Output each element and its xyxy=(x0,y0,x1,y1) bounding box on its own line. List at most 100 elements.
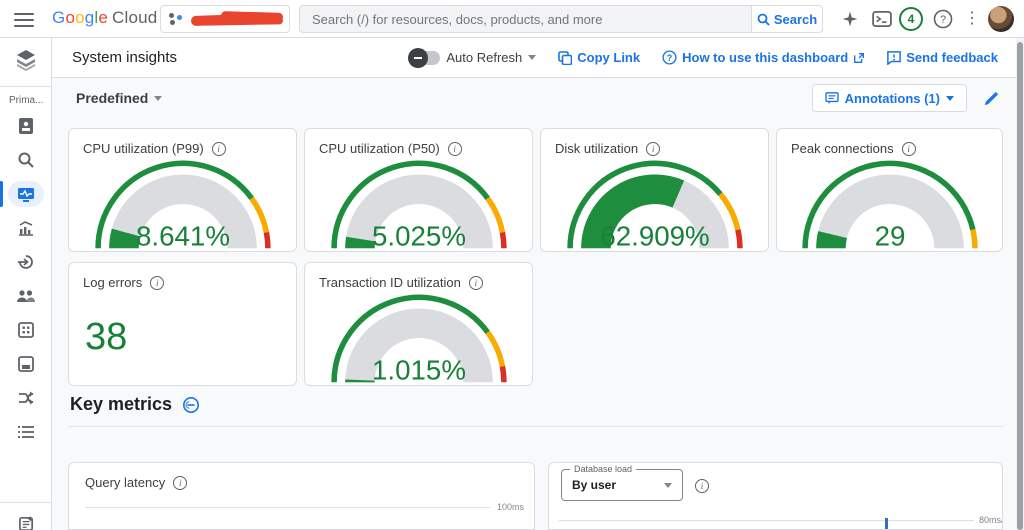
logo-google-wordmark: Google xyxy=(52,8,108,27)
edit-pencil-icon[interactable] xyxy=(983,90,1000,107)
search-button-label: Search xyxy=(774,12,817,27)
global-search-bar[interactable] xyxy=(299,5,751,33)
sidebar-item-backups[interactable] xyxy=(0,350,52,378)
info-icon[interactable]: i xyxy=(646,142,660,156)
chevron-down-icon[interactable] xyxy=(528,55,536,60)
info-icon[interactable]: i xyxy=(212,142,226,156)
auto-refresh-toggle[interactable] xyxy=(410,51,440,65)
send-feedback-button[interactable]: Send feedback xyxy=(887,50,998,65)
card-title: Log errors xyxy=(83,275,142,290)
sidebar-item-users[interactable] xyxy=(0,282,52,310)
copy-icon xyxy=(558,51,572,65)
sidebar-item-monitoring[interactable] xyxy=(0,214,52,242)
auto-refresh-label: Auto Refresh xyxy=(446,50,522,65)
sidebar-item-databases[interactable] xyxy=(0,316,52,344)
cloud-shell-icon[interactable] xyxy=(870,7,894,31)
svg-text:62.909%: 62.909% xyxy=(600,221,709,252)
copy-link-label: Copy Link xyxy=(577,50,640,65)
metric-card-peak-connections[interactable]: Peak connectionsi 29 xyxy=(776,128,1003,252)
sidebar-item-connections[interactable] xyxy=(0,248,52,276)
more-options-kebab-icon[interactable]: ⋮ xyxy=(960,7,984,31)
annotations-button[interactable]: Annotations (1) xyxy=(812,84,967,112)
auto-refresh-control[interactable]: Auto Refresh xyxy=(410,50,536,65)
y-axis-label: 80ms/s xyxy=(979,515,1003,525)
how-to-use-dashboard-link[interactable]: ? How to use this dashboard xyxy=(662,50,865,65)
card-title: Query latency xyxy=(85,475,165,490)
notifications-badge[interactable]: 4 xyxy=(899,7,923,31)
vertical-scrollbar[interactable] xyxy=(1016,38,1024,530)
info-icon[interactable]: i xyxy=(150,276,164,290)
sidebar-item-overview[interactable] xyxy=(0,112,52,140)
how-to-use-dashboard-label: How to use this dashboard xyxy=(682,50,848,65)
database-load-card[interactable]: Database load By user i 80ms/s xyxy=(548,462,1003,530)
section-link-icon[interactable] xyxy=(182,396,200,414)
project-selector-icon xyxy=(169,12,183,26)
chart-gridline xyxy=(559,520,974,521)
external-link-icon xyxy=(853,52,865,64)
section-divider xyxy=(68,426,1003,427)
metric-card-cpu-p50[interactable]: CPU utilization (P50) i 5.025% xyxy=(304,128,533,252)
send-feedback-label: Send feedback xyxy=(906,50,998,65)
annotation-icon xyxy=(825,92,839,104)
left-navigation-rail: Prima... xyxy=(0,38,52,530)
annotations-label: Annotations (1) xyxy=(845,91,940,106)
help-circle-icon: ? xyxy=(662,50,677,65)
svg-text:?: ? xyxy=(940,14,946,26)
search-icon xyxy=(757,13,770,26)
info-icon[interactable]: i xyxy=(695,479,709,493)
user-avatar[interactable] xyxy=(988,6,1014,32)
metric-card-transaction-id-utilization[interactable]: Transaction ID utilization i 1.015% xyxy=(304,262,533,386)
project-selector[interactable] xyxy=(160,5,290,33)
metric-card-cpu-p99[interactable]: CPU utilization (P99) i 8.641% xyxy=(68,128,297,252)
copy-link-button[interactable]: Copy Link xyxy=(558,50,640,65)
card-title: Transaction ID utilization xyxy=(319,275,461,290)
gauge-chart: 29 xyxy=(777,156,1002,252)
predefined-dropdown[interactable]: Predefined xyxy=(76,90,162,106)
info-icon[interactable]: i xyxy=(173,476,187,490)
page-header: System insights Auto Refresh Copy Link ?… xyxy=(52,38,1024,78)
redacted-project-name xyxy=(191,12,281,26)
info-icon[interactable]: i xyxy=(448,142,462,156)
chart-gridline xyxy=(85,507,490,508)
product-logo-icon xyxy=(0,40,51,80)
gauge-chart: 62.909% xyxy=(541,156,768,252)
top-app-bar: GoogleCloud Search 4 ? ⋮ xyxy=(0,0,1024,38)
help-icon[interactable]: ? xyxy=(931,7,955,31)
card-title: Disk utilization xyxy=(555,141,638,156)
chevron-down-icon xyxy=(154,96,162,101)
sidebar-item-operations-list[interactable] xyxy=(0,418,52,446)
svg-text:8.641%: 8.641% xyxy=(136,221,230,252)
svg-text:1.015%: 1.015% xyxy=(372,355,466,386)
svg-text:29: 29 xyxy=(874,221,905,252)
scrollbar-thumb[interactable] xyxy=(1017,42,1023,530)
card-title: CPU utilization (P50) xyxy=(319,141,440,156)
y-axis-label: 100ms xyxy=(497,502,524,512)
search-input[interactable] xyxy=(312,12,739,27)
chevron-down-icon xyxy=(946,96,954,101)
key-metrics-title: Key metrics xyxy=(70,394,172,415)
card-title: CPU utilization (P99) xyxy=(83,141,204,156)
info-icon[interactable]: i xyxy=(469,276,483,290)
sidebar-item-search[interactable] xyxy=(0,146,52,174)
sidebar-item-replication[interactable] xyxy=(0,384,52,412)
menu-icon[interactable] xyxy=(14,9,34,29)
select-floating-label: Database load xyxy=(570,464,636,474)
gauge-chart: 1.015% xyxy=(305,290,532,386)
dashboard-toolbar: Predefined Annotations (1) xyxy=(52,78,1024,118)
query-latency-card[interactable]: Query latency i 100ms xyxy=(68,462,535,530)
info-icon[interactable]: i xyxy=(902,142,916,156)
page-title: System insights xyxy=(72,49,177,66)
svg-text:5.025%: 5.025% xyxy=(372,221,466,252)
sidebar-item-reports[interactable] xyxy=(0,509,52,530)
metric-card-disk-utilization[interactable]: Disk utilization i 62.909% xyxy=(540,128,769,252)
select-value: By user xyxy=(572,478,616,492)
gemini-sparkle-icon[interactable] xyxy=(838,7,862,31)
metric-value: 38 xyxy=(69,290,296,359)
gauge-chart: 8.641% xyxy=(69,156,296,252)
sidebar-section-label: Prima... xyxy=(0,95,52,106)
feedback-icon xyxy=(887,51,901,65)
metric-card-log-errors[interactable]: Log errors i 38 xyxy=(68,262,297,386)
search-button[interactable]: Search xyxy=(751,5,823,33)
database-load-select[interactable]: Database load By user xyxy=(561,469,683,501)
sidebar-item-system-insights[interactable] xyxy=(0,180,52,208)
